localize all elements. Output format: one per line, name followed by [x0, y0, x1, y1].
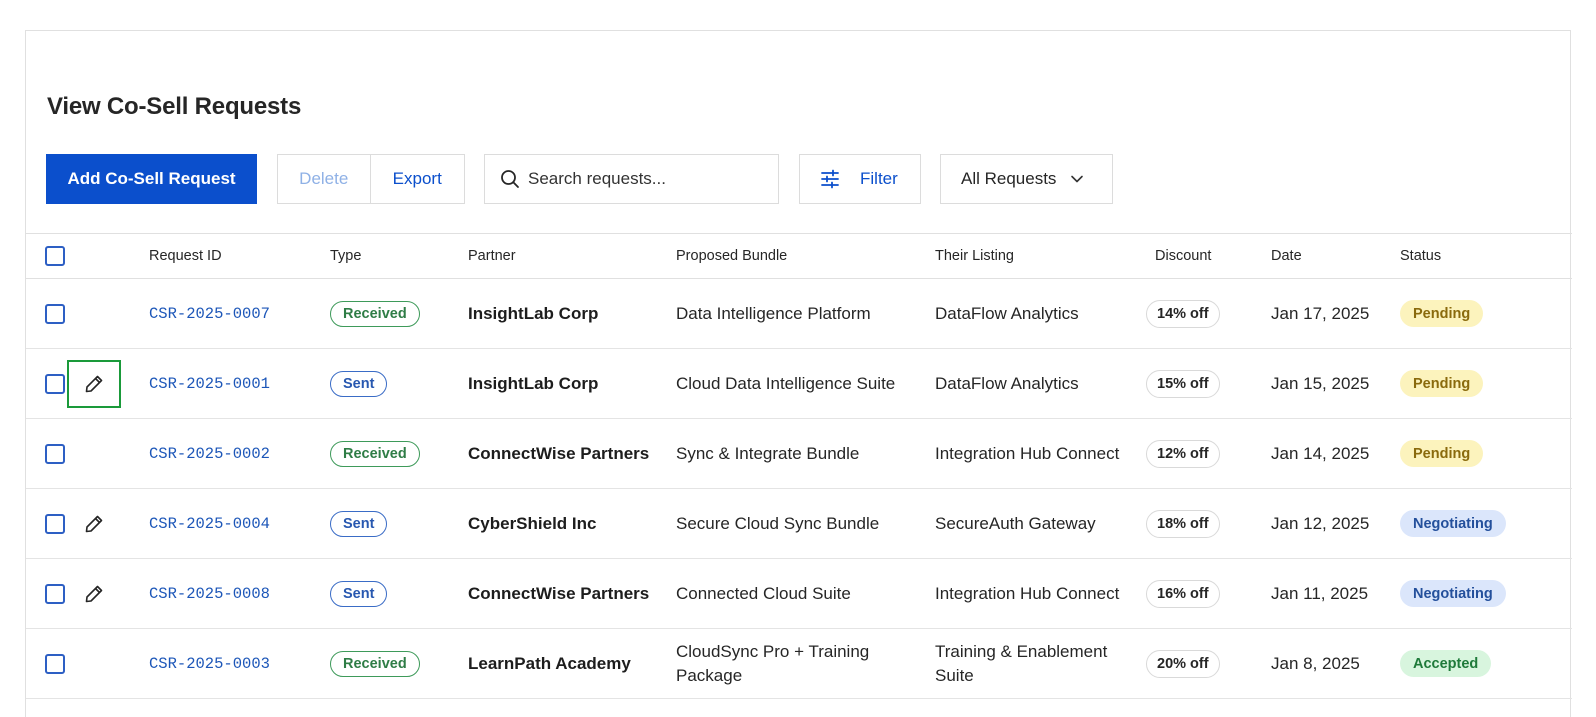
column-header-type[interactable]: Type: [330, 234, 361, 278]
discount-badge: 20% off: [1146, 649, 1220, 678]
column-header-date[interactable]: Date: [1271, 234, 1371, 278]
request-date: Jan 11, 2025: [1271, 583, 1369, 603]
pencil-icon: [85, 585, 103, 602]
request-date: Jan 12, 2025: [1271, 513, 1370, 533]
proposed-bundle: Connected Cloud Suite: [676, 583, 851, 603]
search-icon: [501, 170, 519, 188]
request-date: Jan 15, 2025: [1271, 373, 1370, 393]
edit-button[interactable]: [67, 359, 121, 408]
their-listing: SecureAuth Gateway: [935, 513, 1096, 533]
request-id-link[interactable]: CSR-2025-0007: [149, 305, 270, 323]
request-id-link[interactable]: CSR-2025-0004: [149, 515, 270, 533]
their-listing: DataFlow Analytics: [935, 373, 1079, 393]
requests-table: Request ID Type Partner Proposed Bundle …: [26, 233, 1572, 699]
chevron-down-icon: [1071, 175, 1084, 183]
search-input[interactable]: [528, 169, 758, 189]
column-header-discount[interactable]: Discount: [1155, 234, 1211, 278]
search-box[interactable]: [484, 154, 779, 204]
page-title: View Co-Sell Requests: [47, 93, 302, 120]
sliders-icon: [821, 169, 839, 189]
status-badge: Negotiating: [1400, 510, 1506, 537]
partner-name: ConnectWise Partners: [468, 583, 650, 603]
filter-label: Filter: [860, 169, 898, 188]
pencil-icon: [85, 375, 103, 392]
status-badge: Pending: [1400, 300, 1484, 327]
request-id-link[interactable]: CSR-2025-0001: [149, 375, 270, 393]
their-listing: Integration Hub Connect: [935, 583, 1120, 603]
column-header-proposed-bundle[interactable]: Proposed Bundle: [676, 234, 916, 278]
filter-button[interactable]: Filter: [799, 154, 921, 204]
partner-name: ConnectWise Partners: [468, 443, 650, 463]
proposed-bundle: Data Intelligence Platform: [676, 303, 871, 323]
row-checkbox[interactable]: [45, 513, 65, 534]
status-badge: Pending: [1400, 370, 1484, 397]
type-badge: Sent: [330, 510, 388, 537]
discount-badge: 12% off: [1146, 439, 1220, 468]
column-header-their-listing[interactable]: Their Listing: [935, 234, 1135, 278]
status-badge: Accepted: [1400, 650, 1492, 677]
delete-button[interactable]: Delete: [278, 155, 371, 203]
requests-card: View Co-Sell Requests Add Co-Sell Reques…: [25, 30, 1572, 717]
bulk-actions-group: Delete Export: [277, 154, 465, 204]
partner-name: InsightLab Corp: [468, 303, 599, 323]
edit-button[interactable]: [67, 570, 121, 618]
row-checkbox[interactable]: [45, 303, 65, 324]
table-body: CSR-2025-0007 Received InsightLab Corp Data…: [26, 279, 1572, 699]
export-button[interactable]: Export: [370, 155, 464, 203]
table-row: CSR-2025-0007 Received InsightLab Corp Data…: [26, 279, 1572, 349]
proposed-bundle: CloudSync Pro + Training Package: [676, 641, 870, 685]
add-co-sell-request-button[interactable]: Add Co-Sell Request: [46, 154, 257, 204]
their-listing: Integration Hub Connect: [935, 443, 1120, 463]
table-row: CSR-2025-0003 Received LearnPath Academy Cl…: [26, 629, 1572, 699]
request-date: Jan 14, 2025: [1271, 443, 1370, 463]
type-badge: Sent: [330, 580, 388, 607]
type-badge: Received: [330, 650, 420, 677]
table-row: CSR-2025-0008 Sent ConnectWise Partners Con…: [26, 559, 1572, 629]
column-header-status[interactable]: Status: [1400, 234, 1441, 278]
type-badge: Received: [330, 440, 420, 467]
their-listing: Training & Enablement Suite: [935, 641, 1108, 685]
type-badge: Sent: [330, 370, 388, 397]
request-view-value: All Requests: [961, 169, 1057, 188]
request-date: Jan 17, 2025: [1271, 303, 1370, 323]
status-badge: Pending: [1400, 440, 1484, 467]
discount-badge: 14% off: [1146, 299, 1220, 328]
partner-name: InsightLab Corp: [468, 373, 599, 393]
partner-name: CyberShield Inc: [468, 513, 597, 533]
edit-button[interactable]: [67, 500, 121, 548]
partner-name: LearnPath Academy: [468, 653, 631, 673]
type-badge: Received: [330, 300, 420, 327]
select-all-checkbox[interactable]: [45, 246, 65, 266]
status-badge: Negotiating: [1400, 580, 1506, 607]
discount-badge: 15% off: [1146, 369, 1220, 398]
row-checkbox[interactable]: [45, 653, 65, 674]
table-row: CSR-2025-0004 Sent CyberShield Inc Secure C…: [26, 489, 1572, 559]
request-date: Jan 8, 2025: [1271, 653, 1360, 673]
request-id-link[interactable]: CSR-2025-0003: [149, 655, 270, 673]
discount-badge: 18% off: [1146, 509, 1220, 538]
column-header-request-id[interactable]: Request ID: [149, 234, 222, 278]
their-listing: DataFlow Analytics: [935, 303, 1079, 323]
row-checkbox[interactable]: [45, 373, 65, 394]
request-view-select[interactable]: All Requests: [940, 154, 1113, 204]
proposed-bundle: Secure Cloud Sync Bundle: [676, 513, 880, 533]
request-id-link[interactable]: CSR-2025-0002: [149, 445, 270, 463]
table-header: Request ID Type Partner Proposed Bundle …: [26, 233, 1572, 279]
row-checkbox[interactable]: [45, 443, 65, 464]
request-id-link[interactable]: CSR-2025-0008: [149, 585, 270, 603]
pencil-icon: [85, 515, 103, 532]
row-checkbox[interactable]: [45, 583, 65, 604]
table-row: CSR-2025-0001 Sent InsightLab Corp Cloud Da…: [26, 349, 1572, 419]
proposed-bundle: Cloud Data Intelligence Suite: [676, 373, 896, 393]
table-row: CSR-2025-0002 Received ConnectWise Partner…: [26, 419, 1572, 489]
proposed-bundle: Sync & Integrate Bundle: [676, 443, 860, 463]
column-header-partner[interactable]: Partner: [468, 234, 668, 278]
discount-badge: 16% off: [1146, 579, 1220, 608]
